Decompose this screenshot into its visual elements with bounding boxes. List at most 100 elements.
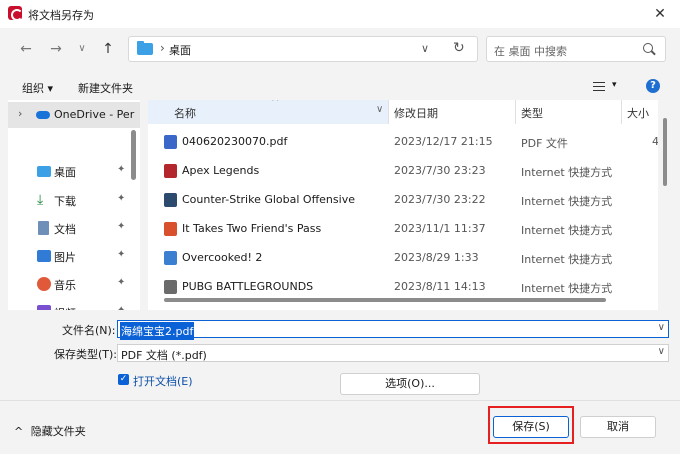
open-document-label[interactable]: 打开文档(E) (133, 373, 193, 389)
download-icon: ⤓ (37, 192, 44, 208)
column-header-type[interactable]: 类型 (521, 105, 543, 121)
it-takes-two-shortcut-icon (164, 222, 177, 236)
forward-arrow-icon[interactable]: → (46, 40, 66, 58)
expand-chevron-icon[interactable]: › (18, 107, 22, 120)
refresh-icon[interactable]: ↻ (453, 40, 465, 56)
file-name: It Takes Two Friend's Pass (182, 222, 322, 235)
sidebar-item-documents[interactable]: 文档 ✦ (8, 215, 140, 241)
collapse-chevron-icon: ^ (14, 425, 24, 438)
sidebar-item-pictures[interactable]: 图片 ✦ (8, 243, 140, 269)
filename-history-chevron-icon[interactable]: ∨ (658, 322, 665, 333)
overcooked-shortcut-icon (164, 251, 177, 265)
breadcrumb-separator: › (160, 41, 165, 55)
new-folder-button[interactable]: 新建文件夹 (78, 80, 133, 96)
up-arrow-icon[interactable]: ↑ (98, 40, 118, 58)
window-title: 将文档另存为 (28, 9, 94, 22)
column-divider[interactable] (388, 100, 389, 124)
file-date: 2023/8/29 1:33 (394, 251, 479, 264)
file-row[interactable]: Apex Legends 2023/7/30 23:23 Internet 快捷… (148, 156, 658, 185)
file-type: Internet 快捷方式 (521, 166, 613, 179)
file-type: PDF 文件 (521, 137, 568, 150)
file-type: Internet 快捷方式 (521, 195, 613, 208)
view-options-chevron-icon[interactable]: ▾ (612, 80, 617, 90)
sidebar-item-music[interactable]: 音乐 ✦ (8, 271, 140, 297)
pin-icon[interactable]: ✦ (117, 221, 125, 232)
filename-label: 文件名(N): (62, 324, 116, 337)
open-document-checkbox[interactable]: ✓ (118, 374, 129, 385)
file-type: Internet 快捷方式 (521, 224, 613, 237)
pin-icon[interactable]: ✦ (117, 249, 125, 260)
column-divider[interactable] (515, 100, 516, 124)
file-row[interactable]: 040620230070.pdf 2023/12/17 21:15 PDF 文件… (148, 127, 658, 156)
file-date: 2023/8/11 14:13 (394, 280, 486, 293)
file-type: Internet 快捷方式 (521, 253, 613, 266)
column-divider[interactable] (621, 100, 622, 124)
breadcrumb-desktop[interactable]: 桌面 (169, 42, 191, 58)
address-bar[interactable]: › 桌面 ∨ ↻ (128, 36, 478, 62)
search-input[interactable]: 在 桌面 中搜索 (486, 36, 666, 62)
file-date: 2023/12/17 21:15 (394, 135, 493, 148)
file-date: 2023/7/30 23:22 (394, 193, 486, 206)
file-row[interactable]: It Takes Two Friend's Pass 2023/11/1 11:… (148, 214, 658, 243)
vertical-scrollbar[interactable] (663, 118, 667, 186)
save-button[interactable]: 保存(S) (493, 416, 569, 438)
address-history-chevron-icon[interactable]: ∨ (421, 42, 429, 55)
organize-button[interactable]: 组织 ▾ (22, 80, 53, 96)
hide-folders-button[interactable]: ^ 隐藏文件夹 (14, 423, 86, 439)
name-filter-chevron-icon[interactable]: ∨ (376, 104, 383, 115)
pin-icon[interactable]: ✦ (117, 164, 125, 175)
sidebar-item-desktop[interactable]: 桌面 ✦ (8, 158, 140, 184)
pin-icon[interactable]: ✦ (117, 277, 125, 288)
sidebar-item-onedrive[interactable]: › OneDrive - Per (8, 102, 140, 128)
column-header-date[interactable]: 修改日期 (394, 105, 438, 121)
help-icon[interactable]: ? (646, 79, 660, 93)
file-row[interactable]: Overcooked! 2 2023/8/29 1:33 Internet 快捷… (148, 243, 658, 272)
close-icon[interactable]: ✕ (648, 4, 672, 24)
sidebar-item-videos[interactable]: 视频 ✦ (8, 299, 140, 310)
file-type: Internet 快捷方式 (521, 282, 613, 295)
view-options-icon[interactable] (593, 82, 605, 91)
sidebar-scrollbar[interactable] (131, 130, 136, 180)
back-arrow-icon[interactable]: ← (16, 40, 36, 58)
file-date: 2023/11/1 11:37 (394, 222, 486, 235)
filename-input[interactable]: 海绵宝宝2.pdf ∨ (117, 320, 669, 340)
counter-strike-shortcut-icon (164, 193, 177, 207)
sidebar-item-downloads[interactable]: ⤓ 下载 ✦ (8, 187, 140, 213)
pin-icon[interactable]: ✦ (117, 193, 125, 204)
app-logo-icon (8, 6, 23, 21)
sidebar-item-label: 图片 (54, 251, 76, 264)
pdf-file-icon (164, 135, 177, 149)
desktop-folder-icon (137, 41, 153, 55)
file-row[interactable]: PUBG BATTLEGROUNDS 2023/8/11 14:13 Inter… (148, 272, 658, 301)
search-icon[interactable] (643, 43, 653, 53)
column-header-size[interactable]: 大小 (627, 105, 649, 121)
horizontal-scrollbar[interactable] (164, 298, 606, 302)
filetype-label: 保存类型(T): (54, 348, 118, 361)
sidebar-item-label: OneDrive - Per (54, 108, 135, 121)
filename-value[interactable]: 海绵宝宝2.pdf (120, 322, 195, 340)
file-name: Counter-Strike Global Offensive (182, 193, 355, 206)
file-row[interactable]: Counter-Strike Global Offensive 2023/7/3… (148, 185, 658, 214)
title-bar (0, 0, 680, 28)
filetype-select[interactable]: PDF 文档 (*.pdf) ∨ (117, 344, 669, 362)
sidebar-item-label: 桌面 (54, 166, 76, 179)
hide-folders-label: 隐藏文件夹 (30, 425, 86, 438)
options-button[interactable]: 选项(O)... (340, 373, 480, 395)
file-name: 040620230070.pdf (182, 135, 288, 148)
sidebar-item-label: 文档 (54, 223, 76, 236)
sidebar-item-label: 下载 (54, 195, 76, 208)
file-name: Overcooked! 2 (182, 251, 263, 264)
file-name: PUBG BATTLEGROUNDS (182, 280, 314, 293)
apex-legends-shortcut-icon (164, 164, 177, 178)
cloud-icon (36, 111, 50, 119)
filetype-chevron-icon[interactable]: ∨ (658, 346, 665, 357)
navigation-pane: › OneDrive - Per 桌面 ✦ ⤓ 下载 ✦ 文档 ✦ 图片 ✦ 音… (8, 100, 140, 310)
sort-ascending-icon: ^ (271, 100, 280, 108)
recent-locations-chevron-icon[interactable]: ∨ (72, 40, 92, 58)
cancel-button[interactable]: 取消 (580, 416, 656, 438)
file-size: 4 (652, 135, 658, 148)
file-list: 名称 ^ ∨ 修改日期 类型 大小 040620230070.pdf 2023/… (148, 100, 658, 310)
column-header-name[interactable]: 名称 (174, 105, 196, 121)
documents-icon (38, 221, 49, 235)
desktop-folder-icon (37, 166, 51, 177)
